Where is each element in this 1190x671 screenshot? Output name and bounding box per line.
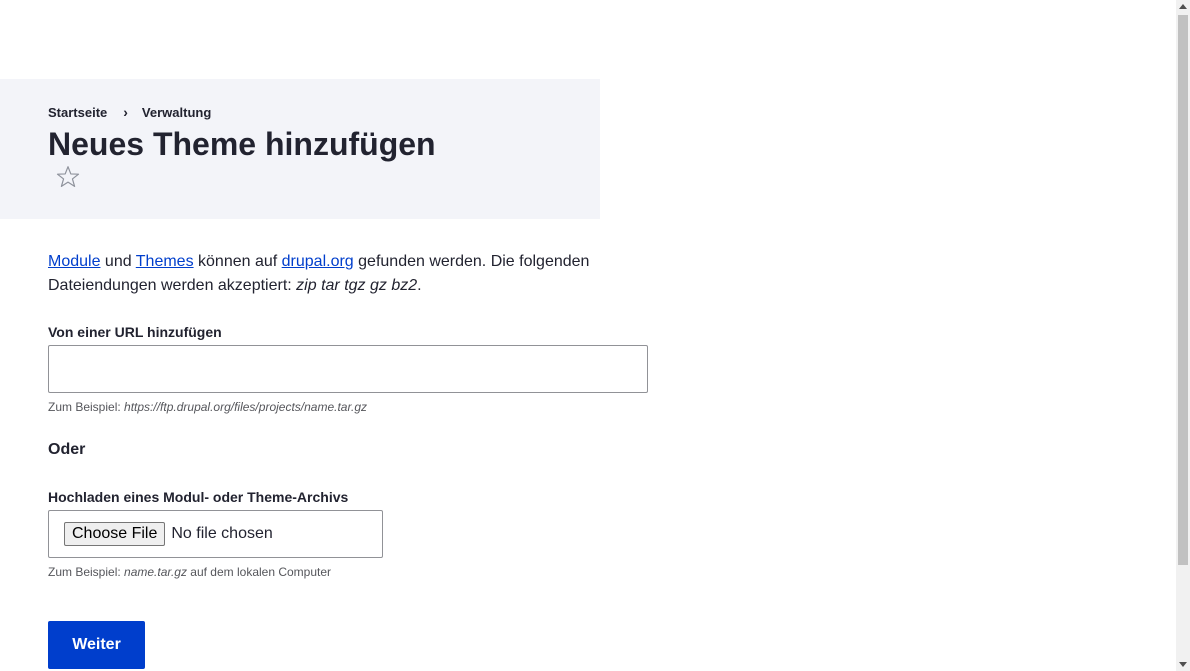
breadcrumb-item-home[interactable]: Startseite (48, 105, 107, 120)
intro-text-and: und (100, 253, 136, 270)
link-drupal-org[interactable]: drupal.org (282, 253, 354, 270)
file-status: No file chosen (171, 525, 273, 542)
url-description-prefix: Zum Beispiel: (48, 400, 125, 414)
choose-file-button[interactable]: Choose File (64, 522, 166, 546)
breadcrumb-separator: › (123, 104, 128, 120)
intro-text: Module und Themes können auf drupal.org … (48, 250, 618, 298)
scroll-up-arrow-icon[interactable] (1179, 4, 1187, 9)
page: Startseite › Verwaltung Neues Theme hinz… (0, 0, 1190, 671)
url-input[interactable] (48, 345, 648, 393)
star-icon[interactable] (55, 164, 81, 190)
breadcrumb-item-admin[interactable]: Verwaltung (142, 105, 211, 120)
url-field-description: Zum Beispiel: https://ftp.drupal.org/fil… (48, 400, 367, 414)
file-upload-field[interactable]: Choose File No file chosen (48, 510, 383, 558)
page-title: Neues Theme hinzufügen (48, 126, 436, 162)
upload-description-prefix: Zum Beispiel: (48, 565, 125, 579)
upload-field-label: Hochladen eines Modul- oder Theme-Archiv… (48, 489, 349, 505)
url-description-example: https://ftp.drupal.org/files/projects/na… (124, 400, 368, 414)
scroll-thumb[interactable] (1178, 15, 1188, 565)
link-themes[interactable]: Themes (136, 253, 194, 270)
upload-description-example: name.tar.gz (124, 565, 187, 579)
scroll-down-arrow-icon[interactable] (1179, 662, 1187, 667)
upload-description-suffix: auf dem lokalen Computer (186, 565, 332, 579)
vertical-scrollbar[interactable] (1176, 0, 1190, 671)
accepted-extensions: zip tar tgz gz bz2 (296, 277, 418, 294)
submit-button[interactable]: Weiter (48, 621, 145, 669)
intro-text-can: können auf (193, 253, 282, 270)
breadcrumb: Startseite › Verwaltung (48, 104, 211, 120)
intro-period: . (417, 277, 422, 294)
upload-field-description: Zum Beispiel: name.tar.gz auf dem lokale… (48, 565, 331, 579)
link-modules[interactable]: Module (48, 253, 100, 270)
url-field-label: Von einer URL hinzufügen (48, 324, 222, 340)
or-heading: Oder (48, 441, 86, 458)
